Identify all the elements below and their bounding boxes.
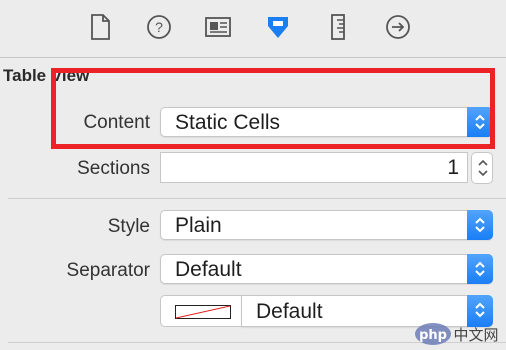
svg-text:?: ? — [155, 19, 163, 35]
separator-color-swatch[interactable] — [160, 295, 242, 327]
attributes-icon[interactable] — [263, 13, 293, 41]
size-ruler-icon[interactable] — [323, 13, 353, 41]
separator-popup[interactable]: Default — [160, 254, 493, 284]
identity-icon[interactable] — [203, 13, 233, 41]
popup-arrows-icon — [467, 210, 493, 240]
file-icon[interactable] — [85, 13, 115, 41]
style-popup[interactable]: Plain — [160, 210, 493, 240]
sections-label: Sections — [77, 158, 150, 179]
annotation-highlight-box — [51, 68, 495, 149]
separator-label: Separator — [66, 260, 150, 281]
sections-stepper[interactable] — [471, 152, 493, 184]
separator-value: Default — [175, 258, 242, 281]
separator-color-value: Default — [256, 300, 323, 323]
popup-arrows-icon — [467, 254, 493, 284]
sections-field[interactable]: 1 — [160, 152, 468, 183]
divider — [8, 198, 506, 199]
sections-value: 1 — [447, 156, 459, 179]
help-icon[interactable]: ? — [144, 13, 174, 41]
php-watermark-logo: php 中文网 — [414, 320, 502, 348]
connections-arrow-icon[interactable] — [383, 13, 413, 41]
style-label: Style — [107, 216, 150, 237]
inspector-toolbar: ? — [0, 0, 506, 58]
style-value: Plain — [175, 214, 222, 237]
svg-text:中文网: 中文网 — [453, 326, 498, 344]
svg-text:php: php — [419, 328, 447, 343]
